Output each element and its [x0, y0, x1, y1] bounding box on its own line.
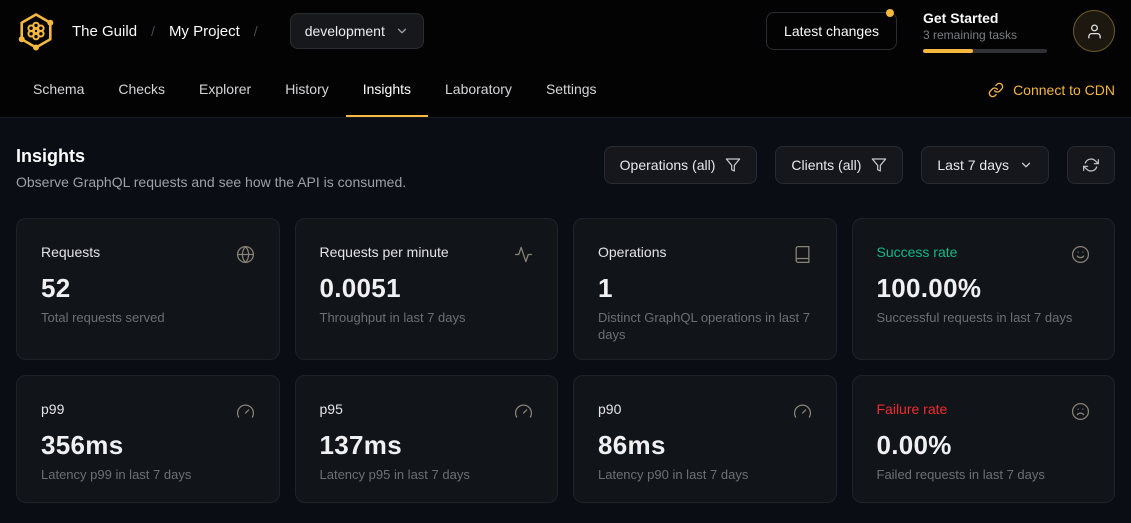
get-started-remaining-tasks: 3 remaining tasks [923, 28, 1047, 42]
get-started-progress-bar [923, 49, 1047, 53]
stat-card-value: 86ms [598, 430, 812, 461]
user-icon [1086, 23, 1103, 40]
activity-icon [514, 245, 533, 264]
stat-card-description: Latency p99 in last 7 days [41, 467, 255, 484]
clients-filter-label: Clients (all) [791, 157, 861, 173]
latest-changes-button[interactable]: Latest changes [766, 12, 897, 50]
stat-card-p90: p90 86ms Latency p90 in last 7 days [573, 375, 837, 503]
operations-filter-button[interactable]: Operations (all) [604, 146, 758, 184]
stat-card-title: p95 [320, 401, 343, 417]
clients-filter-button[interactable]: Clients (all) [775, 146, 903, 184]
stat-card-p99: p99 356ms Latency p99 in last 7 days [16, 375, 280, 503]
tab-history[interactable]: History [268, 62, 346, 117]
gauge-icon [236, 402, 255, 421]
top-bar: The Guild / My Project / development Lat… [0, 0, 1131, 62]
date-range-value: Last 7 days [937, 157, 1009, 173]
link-icon [988, 82, 1004, 98]
tab-insights[interactable]: Insights [346, 62, 428, 117]
stat-card-value: 0.00% [877, 430, 1091, 461]
book-icon [793, 245, 812, 264]
stat-card-value: 1 [598, 273, 812, 304]
target-selector-value: development [305, 23, 385, 39]
target-selector-dropdown[interactable]: development [290, 13, 424, 49]
user-menu-button[interactable] [1073, 10, 1115, 52]
stat-card-description: Distinct GraphQL operations in last 7 da… [598, 310, 812, 344]
stat-card-p95: p95 137ms Latency p95 in last 7 days [295, 375, 559, 503]
stat-card-title: Success rate [877, 244, 958, 260]
stat-card-title: p90 [598, 401, 621, 417]
stat-card-requests-per-minute: Requests per minute 0.0051 Throughput in… [295, 218, 559, 360]
stat-card-description: Failed requests in last 7 days [877, 467, 1091, 484]
notification-dot [886, 9, 894, 17]
page-subtitle: Observe GraphQL requests and see how the… [16, 174, 406, 190]
get-started-progress-fill [923, 49, 973, 53]
stat-card-title: Operations [598, 244, 666, 260]
globe-icon [236, 245, 255, 264]
get-started-title: Get Started [923, 10, 1047, 26]
filters-toolbar: Operations (all) Clients (all) Last 7 da… [604, 146, 1115, 184]
project-nav: Schema Checks Explorer History Insights … [0, 62, 1131, 118]
gauge-icon [514, 402, 533, 421]
tab-checks[interactable]: Checks [101, 62, 182, 117]
latest-changes-label: Latest changes [784, 23, 879, 39]
stat-card-title: p99 [41, 401, 64, 417]
page-title: Insights [16, 146, 406, 167]
stat-card-value: 52 [41, 273, 255, 304]
date-range-dropdown[interactable]: Last 7 days [921, 146, 1049, 184]
get-started-widget[interactable]: Get Started 3 remaining tasks [923, 10, 1047, 53]
breadcrumb-separator: / [254, 23, 258, 39]
filter-icon [871, 157, 887, 173]
filter-icon [725, 157, 741, 173]
frown-icon [1071, 402, 1090, 421]
gauge-icon [793, 402, 812, 421]
tab-settings[interactable]: Settings [529, 62, 614, 117]
operations-filter-label: Operations (all) [620, 157, 716, 173]
connect-to-cdn-button[interactable]: Connect to CDN [988, 62, 1115, 117]
stat-card-title: Failure rate [877, 401, 948, 417]
stat-card-value: 356ms [41, 430, 255, 461]
stat-card-value: 100.00% [877, 273, 1091, 304]
refresh-button[interactable] [1067, 146, 1115, 184]
tab-explorer[interactable]: Explorer [182, 62, 268, 117]
chevron-down-icon [1019, 158, 1033, 172]
stat-card-title: Requests per minute [320, 244, 449, 260]
smile-icon [1071, 245, 1090, 264]
stat-card-description: Total requests served [41, 310, 255, 327]
stat-card-description: Latency p90 in last 7 days [598, 467, 812, 484]
stat-card-requests: Requests 52 Total requests served [16, 218, 280, 360]
stat-card-title: Requests [41, 244, 100, 260]
breadcrumb-separator: / [151, 23, 155, 39]
tab-laboratory[interactable]: Laboratory [428, 62, 529, 117]
stats-grid: Requests 52 Total requests served Reques… [16, 218, 1115, 503]
stat-card-failure-rate: Failure rate 0.00% Failed requests in la… [852, 375, 1116, 503]
hive-logo-icon[interactable] [16, 11, 56, 51]
breadcrumb-project[interactable]: My Project [169, 23, 240, 40]
stat-card-value: 0.0051 [320, 273, 534, 304]
stat-card-value: 137ms [320, 430, 534, 461]
stat-card-description: Latency p95 in last 7 days [320, 467, 534, 484]
breadcrumb-organization[interactable]: The Guild [72, 23, 137, 40]
insights-page: Insights Observe GraphQL requests and se… [0, 118, 1131, 503]
tab-schema[interactable]: Schema [16, 62, 101, 117]
chevron-down-icon [395, 24, 409, 38]
stat-card-success-rate: Success rate 100.00% Successful requests… [852, 218, 1116, 360]
connect-to-cdn-label: Connect to CDN [1013, 82, 1115, 98]
refresh-icon [1083, 157, 1099, 173]
stat-card-description: Throughput in last 7 days [320, 310, 534, 327]
stat-card-operations: Operations 1 Distinct GraphQL operations… [573, 218, 837, 360]
stat-card-description: Successful requests in last 7 days [877, 310, 1091, 327]
